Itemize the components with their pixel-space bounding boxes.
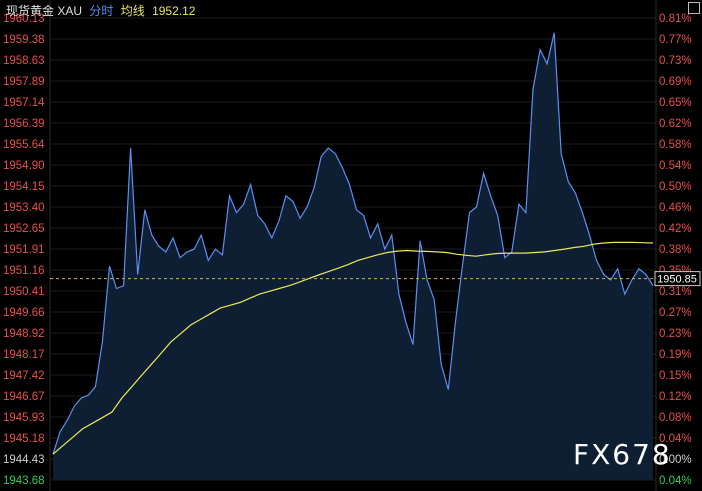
last-price-box: 1950.85 <box>654 271 701 287</box>
price-area-fill <box>53 32 653 481</box>
right-tick-label: 0.77% <box>659 34 692 46</box>
right-tick-label: 0.65% <box>659 97 692 109</box>
left-tick-label: 1952.65 <box>3 223 45 235</box>
left-tick-label: 1954.15 <box>3 181 45 193</box>
left-tick-label: 1948.92 <box>3 328 45 340</box>
left-tick-label: 1951.16 <box>3 265 45 277</box>
right-tick-label: 0.15% <box>659 370 692 382</box>
right-tick-label: 0.50% <box>659 181 692 193</box>
left-tick-label: 1955.64 <box>3 139 45 151</box>
right-tick-label: 0.62% <box>659 118 692 130</box>
right-tick-label: 0.58% <box>659 139 692 151</box>
left-tick-label: 1950.41 <box>3 286 45 298</box>
left-tick-label: 1957.89 <box>3 76 45 88</box>
left-tick-label: 1943.68 <box>3 475 45 487</box>
right-tick-label: 0.04% <box>659 475 692 487</box>
left-tick-label: 1949.66 <box>3 307 45 319</box>
right-tick-label: 0.27% <box>659 307 692 319</box>
instrument-title: 现货黄金 XAU <box>6 4 83 18</box>
right-tick-label: 0.73% <box>659 55 692 67</box>
right-tick-label: 0.38% <box>659 244 692 256</box>
left-tick-label: 1954.90 <box>3 160 45 172</box>
intraday-chart: 1960.131959.381958.631957.891957.141956.… <box>3 0 701 491</box>
left-tick-label: 1944.43 <box>3 454 45 466</box>
expand-icon[interactable] <box>688 2 700 14</box>
left-tick-label: 1945.93 <box>3 412 45 424</box>
right-tick-label: 0.23% <box>659 328 692 340</box>
right-tick-label: 0.08% <box>659 412 692 424</box>
left-tick-label: 1947.42 <box>3 370 45 382</box>
right-tick-label: 0.69% <box>659 76 692 88</box>
left-tick-label: 1953.40 <box>3 202 45 214</box>
right-tick-label: 0.31% <box>659 286 692 298</box>
left-tick-label: 1945.18 <box>3 433 45 445</box>
watermark: FX678 <box>573 438 672 471</box>
right-tick-label: 0.54% <box>659 160 692 172</box>
left-price-axis: 1960.131959.381958.631957.891957.141956.… <box>3 13 45 487</box>
right-percent-axis: 0.81% 0.77% 0.73% 0.69% 0.65% 0.62% 0.58% 0.54%… <box>659 13 692 487</box>
left-tick-label: 1957.14 <box>3 97 45 109</box>
right-tick-label: 0.19% <box>659 349 692 361</box>
left-tick-label: 1951.91 <box>3 244 45 256</box>
left-tick-label: 1958.63 <box>3 55 45 67</box>
right-tick-label: 0.42% <box>659 223 692 235</box>
right-tick-label: 0.46% <box>659 202 692 214</box>
average-label: 均线 <box>120 4 145 18</box>
left-tick-label: 1959.38 <box>3 34 45 46</box>
left-tick-label: 1956.39 <box>3 118 45 130</box>
tab-intraday[interactable]: 分时 <box>89 4 113 18</box>
left-tick-label: 1948.17 <box>3 349 45 361</box>
right-tick-label: 0.12% <box>659 391 692 403</box>
chart-header: 现货黄金 XAU 分时 均线 1952.12 <box>6 2 199 19</box>
average-value: 1952.12 <box>152 4 196 18</box>
left-tick-label: 1946.67 <box>3 391 45 403</box>
last-price-label: 1950.85 <box>657 274 697 286</box>
right-tick-label: 0.81% <box>659 13 692 25</box>
